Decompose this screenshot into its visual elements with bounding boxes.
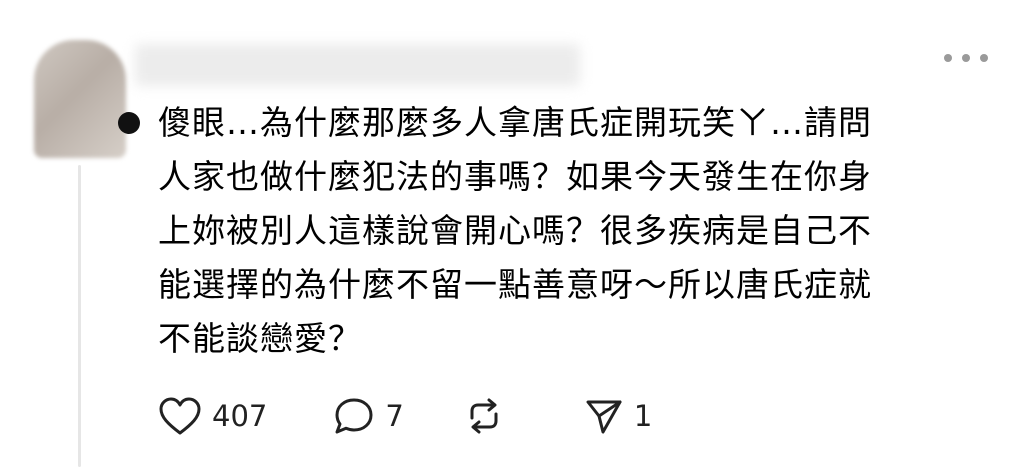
repost-button[interactable] (464, 396, 514, 436)
like-button[interactable]: 407 (158, 396, 267, 436)
post-line: 傻眼…為什麼那麼多人拿唐氏症開玩笑ㄚ…請問 (158, 103, 872, 142)
heart-icon (159, 397, 201, 435)
post-line: 能選擇的為什麼不留一點善意呀～所以唐氏症就 (158, 265, 872, 304)
share-count: 1 (633, 399, 653, 433)
reply-button[interactable]: 7 (333, 396, 404, 436)
post-line: 人家也做什麼犯法的事嗎？如果今天發生在你身 (158, 157, 872, 196)
comment-bubble-icon (335, 398, 373, 434)
avatar[interactable] (34, 40, 126, 158)
more-dot (980, 54, 988, 62)
post-body: 傻眼…為什麼那麼多人拿唐氏症開玩笑ㄚ…請問 人家也做什麼犯法的事嗎？如果今天發生… (158, 96, 988, 366)
repost-icon (470, 398, 498, 434)
more-dot (944, 54, 952, 62)
reply-count: 7 (385, 399, 404, 433)
post-line: 不能談戀愛？ (158, 319, 362, 358)
more-dot (962, 54, 970, 62)
action-bar: 407 7 1 (158, 390, 652, 442)
like-count: 407 (212, 399, 268, 433)
username-redacted[interactable] (135, 44, 580, 86)
avatar-badge (118, 112, 140, 134)
send-icon (586, 400, 622, 434)
share-button[interactable]: 1 (584, 396, 652, 436)
thread-line (78, 165, 81, 467)
post-line: 上妳被別人這樣說會開心嗎？很多疾病是自己不 (158, 211, 872, 250)
more-options-icon[interactable] (944, 46, 988, 70)
